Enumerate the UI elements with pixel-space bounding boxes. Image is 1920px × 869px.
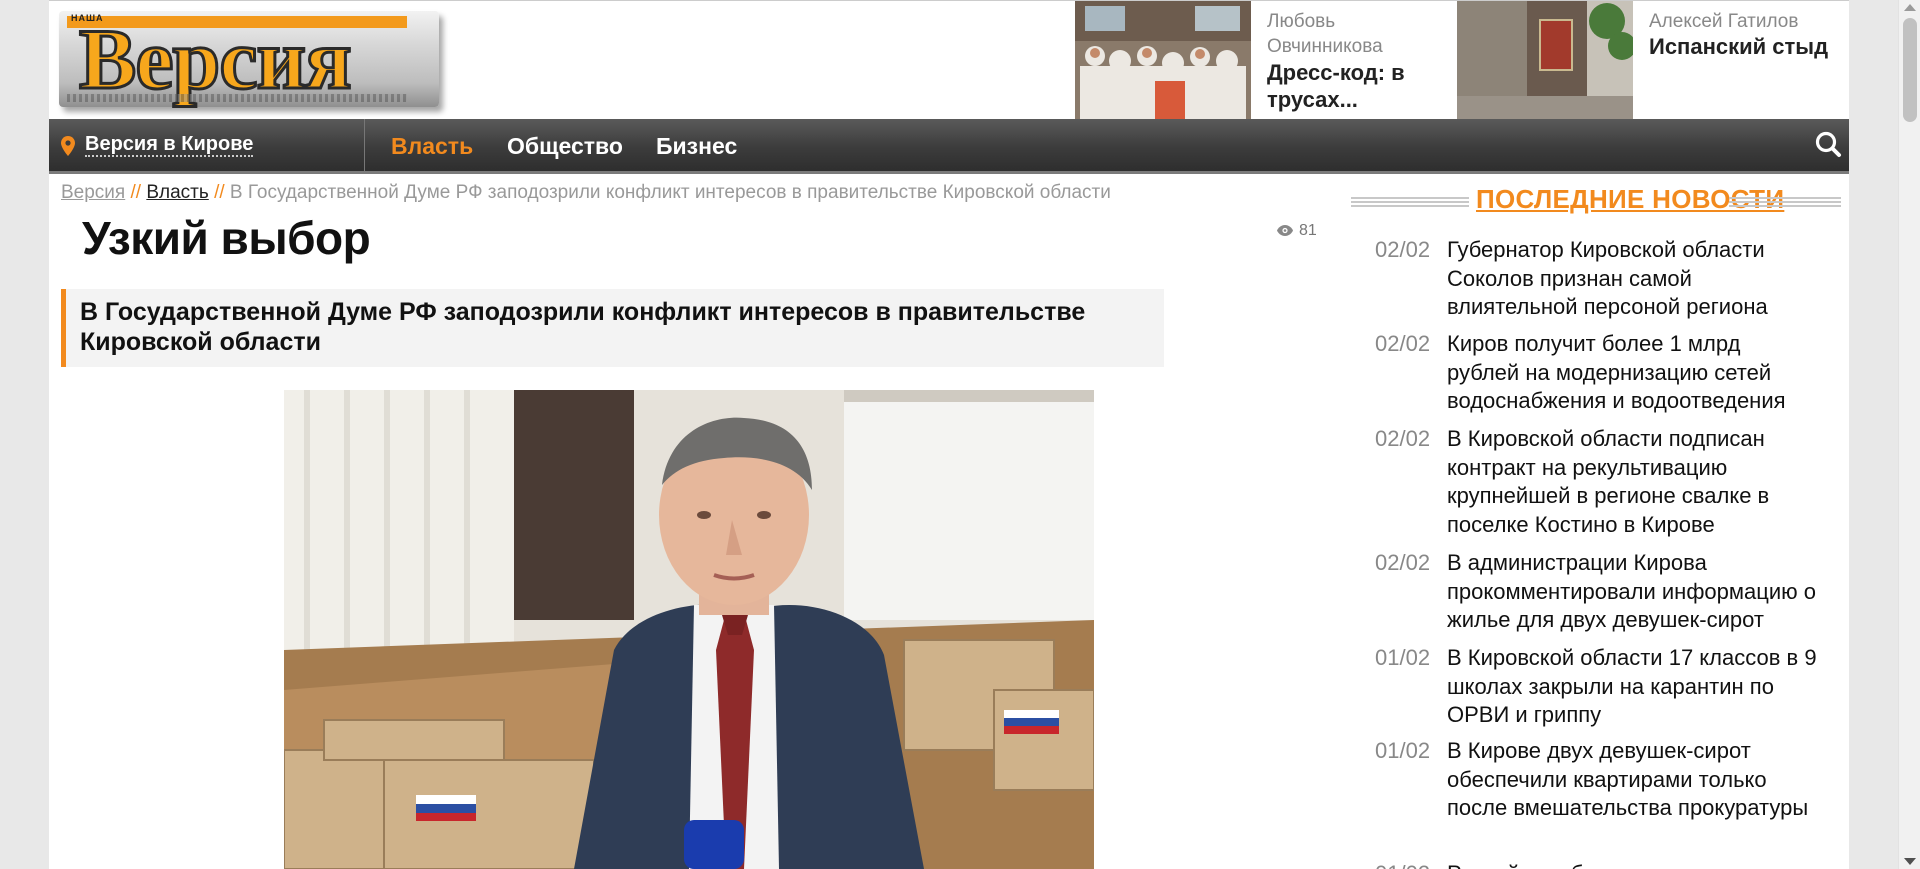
view-count: 81 [1299, 222, 1317, 239]
latest-news-heading: ПОСЛЕДНИЕ НОВОСТИ [1351, 184, 1841, 218]
breadcrumb-section[interactable]: Власть [146, 182, 208, 203]
page-scrollbar[interactable] [1898, 0, 1920, 869]
view-counter: 81 [1277, 222, 1317, 240]
nav-item-vlast[interactable]: Власть [391, 132, 473, 160]
article-lead: В Государственной Думе РФ заподозрили ко… [61, 289, 1164, 367]
main-nav: Версия в Кирове Власть Общество Бизнес [49, 119, 1849, 174]
news-date: 02/02 [1375, 550, 1431, 575]
logo-word: Версия [78, 10, 354, 109]
news-date: 01/02 [1375, 645, 1431, 670]
promo-title[interactable]: Дресс-код: в трусах... [1267, 59, 1437, 113]
promo-author: Любовь Овчинникова [1267, 11, 1383, 57]
news-date: 01/02 [1375, 738, 1431, 763]
page: НАША Версия Любовь Овчинникова Дресс-код… [49, 0, 1849, 869]
promo-image[interactable] [1457, 1, 1633, 119]
article-photo[interactable] [284, 390, 1094, 869]
logo-strip [67, 94, 407, 102]
heading-decor [1729, 197, 1841, 209]
page-title: Узкий выбор [82, 212, 371, 264]
promo-author: Алексей Гатилов [1649, 11, 1799, 32]
news-link[interactable]: Киров получит более 1 млрд рублей на мод… [1447, 330, 1817, 416]
scroll-up-arrow-icon[interactable] [1904, 4, 1916, 11]
breadcrumb-current: В Государственной Думе РФ заподозрили ко… [229, 182, 1111, 203]
map-pin-icon [61, 136, 75, 161]
news-link[interactable]: Российские банки сохраняют [1447, 860, 1817, 869]
promo-image[interactable] [1075, 1, 1251, 119]
nav-item-biznes[interactable]: Бизнес [656, 132, 737, 160]
promo-title[interactable]: Испанский стыд [1649, 33, 1839, 60]
news-date: 02/02 [1375, 237, 1431, 262]
news-link[interactable]: Губернатор Кировской области Соколов при… [1447, 236, 1817, 322]
heading-decor [1351, 197, 1469, 209]
news-link[interactable]: В Кировской области подписан контракт на… [1447, 425, 1817, 539]
site-header: НАША Версия Любовь Овчинникова Дресс-код… [49, 0, 1849, 119]
news-link[interactable]: В Кировской области 17 классов в 9 школа… [1447, 644, 1817, 730]
breadcrumb: Версия // Власть // В Государственной Ду… [61, 182, 1111, 204]
news-link[interactable]: В администрации Кирова прокомментировали… [1447, 549, 1817, 635]
scroll-down-arrow-icon[interactable] [1904, 858, 1916, 865]
news-date: 02/02 [1375, 426, 1431, 451]
breadcrumb-separator: // [214, 182, 225, 203]
promo-card[interactable]: Алексей Гатилов Испанский стыд [1457, 1, 1837, 119]
city-selector[interactable]: Версия в Кирове [49, 119, 365, 171]
news-link[interactable]: В Кирове двух девушек-сирот обеспечили к… [1447, 737, 1817, 823]
news-date: 02/02 [1375, 331, 1431, 356]
nav-item-obshchestvo[interactable]: Общество [507, 132, 623, 160]
site-logo[interactable]: НАША Версия [59, 10, 439, 109]
eye-icon [1277, 225, 1293, 237]
promo-card[interactable]: Любовь Овчинникова Дресс-код: в трусах..… [1075, 1, 1445, 119]
news-date: 01/02 [1375, 860, 1430, 869]
breadcrumb-separator: // [130, 182, 142, 203]
city-label[interactable]: Версия в Кирове [85, 133, 254, 157]
breadcrumb-home[interactable]: Версия [61, 182, 125, 203]
scrollbar-thumb[interactable] [1903, 18, 1917, 122]
search-icon[interactable] [1809, 125, 1849, 165]
